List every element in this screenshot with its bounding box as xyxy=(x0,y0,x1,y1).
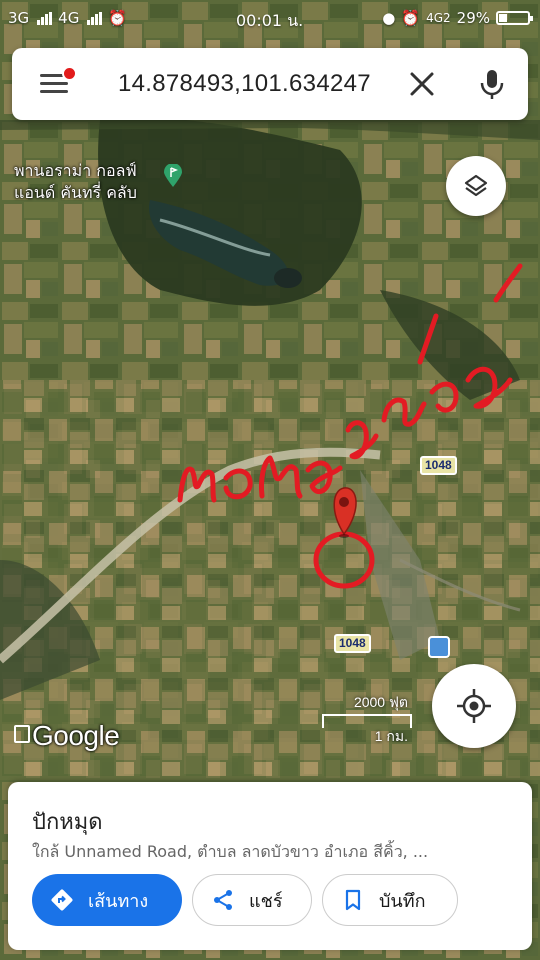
road-shield: 1048 xyxy=(420,456,457,475)
google-logo: Google xyxy=(14,720,120,752)
layers-icon xyxy=(464,174,488,197)
network-3g-label: 3G xyxy=(8,9,30,27)
scale-feet-label: 2000 ฟุต xyxy=(353,694,408,710)
notification-dot xyxy=(62,66,77,81)
directions-button[interactable]: เส้นทาง xyxy=(32,874,182,926)
directions-icon xyxy=(50,888,74,912)
map-layers-button[interactable] xyxy=(446,156,506,216)
network-4g2-label: 4G2 xyxy=(426,11,451,25)
voice-search-button[interactable] xyxy=(474,66,510,102)
crosshair-icon xyxy=(457,689,491,723)
road-shield: 1048 xyxy=(334,634,371,653)
alarm-icon: ⏰ xyxy=(401,9,421,27)
place-address: ใกล้ Unnamed Road, ตำบล ลาดบัวขาว อำเภอ … xyxy=(32,842,429,861)
place-title: ปักหมุด xyxy=(32,810,103,835)
share-button[interactable]: แชร์ xyxy=(192,874,312,926)
map-place-label[interactable]: พานอราม่า กอลฟ์ แอนด์ คันทรี่ คลับ xyxy=(14,160,137,204)
signal-strength-icon xyxy=(37,11,53,25)
network-4g-label: 4G xyxy=(58,9,80,27)
golf-course-icon[interactable] xyxy=(164,164,182,188)
microphone-icon xyxy=(480,70,504,99)
bookmark-icon xyxy=(341,888,365,912)
search-input[interactable]: 14.878493,101.634247 xyxy=(118,70,371,98)
signal-strength-icon xyxy=(87,11,103,25)
my-location-button[interactable] xyxy=(432,664,516,748)
alarm-icon: ⏰ xyxy=(108,9,128,27)
battery-percent: 29% xyxy=(456,9,490,27)
map-scale: 2000 ฟุต 1 กม. xyxy=(316,692,412,748)
location-icon: ● xyxy=(382,9,396,27)
share-icon xyxy=(211,888,235,912)
battery-icon xyxy=(496,11,533,25)
save-button[interactable]: บันทึก xyxy=(322,874,458,926)
place-label-text: พานอราม่า กอลฟ์ แอนด์ คันทรี่ คลับ xyxy=(14,161,137,202)
google-logo-text: Google xyxy=(32,720,120,751)
clear-search-button[interactable] xyxy=(406,68,438,100)
directions-label: เส้นทาง xyxy=(88,890,149,912)
save-label: บันทึก xyxy=(379,890,426,912)
search-bar[interactable]: 14.878493,101.634247 xyxy=(12,48,528,120)
share-label: แชร์ xyxy=(249,890,283,912)
status-bar: 3G 4G ⏰ 00:01 น. ● ⏰ 4G2 29% xyxy=(0,0,540,36)
close-icon xyxy=(410,72,434,96)
clock: 00:01 น. xyxy=(236,11,304,30)
street-view-icon xyxy=(14,725,30,743)
train-station-icon[interactable] xyxy=(428,636,450,658)
place-details-sheet[interactable]: ปักหมุด ใกล้ Unnamed Road, ตำบล ลาดบัวขา… xyxy=(8,782,532,950)
scale-km-label: 1 กม. xyxy=(374,728,408,744)
